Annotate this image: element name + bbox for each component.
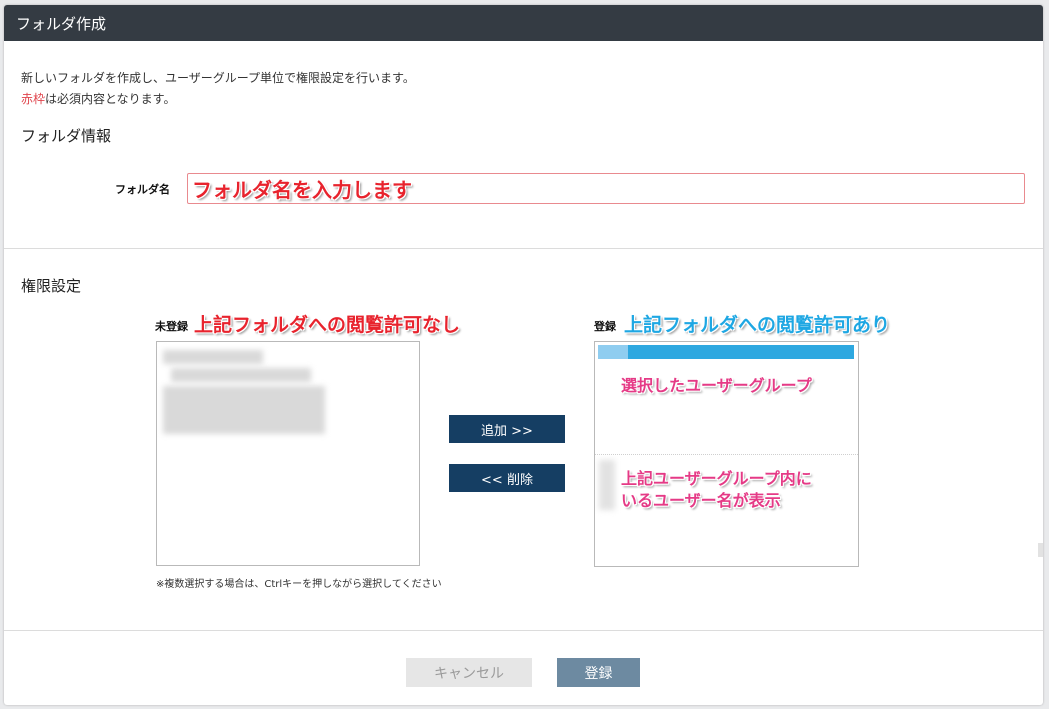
cancel-button[interactable]: キャンセル [406,658,532,687]
members-annotation-line2: いるユーザー名が表示 [621,491,781,510]
members-annotation: 上記ユーザーグループ内に いるユーザー名が表示 [621,468,812,512]
footer-divider [4,630,1043,631]
section-divider [4,248,1043,249]
multi-select-hint: ※複数選択する場合は、Ctrlキーを押しながら選択してください [156,579,442,590]
folder-name-label: フォルダ名 [115,183,170,196]
dialog-titlebar: フォルダ作成 [4,5,1043,41]
folder-name-annotation: フォルダ名を入力します [192,178,412,202]
members-annotation-line1: 上記ユーザーグループ内に [621,469,812,488]
add-button[interactable]: 追加 >> [449,415,565,443]
registered-annotation: 上記フォルダへの閲覧許可あり [624,314,891,336]
list-item[interactable] [163,386,325,434]
permissions-title: 権限設定 [21,277,82,295]
required-note-rest: は必須内容となります。 [45,92,176,106]
list-item[interactable] [171,368,311,382]
remove-button[interactable]: << 削除 [449,464,565,492]
list-item[interactable] [163,350,263,364]
unregistered-label: 未登録 [155,320,188,333]
scrollbar-thumb[interactable] [1038,543,1043,557]
list-item[interactable] [599,460,615,510]
folder-create-dialog: フォルダ作成 新しいフォルダを作成し、ユーザーグループ単位で権限設定を行います。… [4,5,1043,705]
dialog-description: 新しいフォルダを作成し、ユーザーグループ単位で権限設定を行います。 [21,71,415,85]
required-note-red: 赤枠 [21,92,46,106]
unregistered-annotation: 上記フォルダへの閲覧許可なし [194,314,461,336]
unregistered-listbox[interactable] [156,341,420,566]
folder-info-title: フォルダ情報 [21,127,112,145]
submit-button[interactable]: 登録 [557,658,640,687]
registered-listbox[interactable]: 選択したユーザーグループ 上記ユーザーグループ内に いるユーザー名が表示 [594,341,859,567]
selected-group-row[interactable] [598,345,854,359]
dialog-title: フォルダ作成 [16,14,107,33]
row-divider [595,454,858,455]
selected-group-annotation: 選択したユーザーグループ [621,376,812,395]
required-note: 赤枠は必須内容となります。 [21,90,175,107]
selected-group-row-text [598,345,628,359]
registered-label: 登録 [594,320,616,333]
